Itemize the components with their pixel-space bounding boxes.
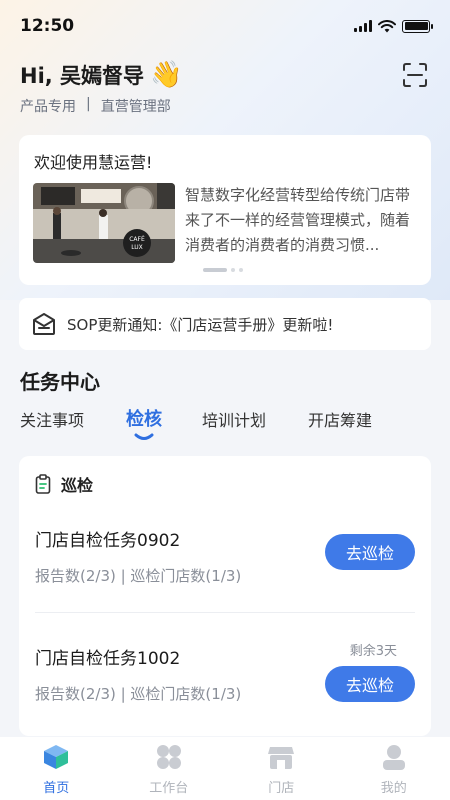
tabbar-profile[interactable]: 我的 <box>338 737 450 800</box>
profile-icon <box>382 745 405 770</box>
user-department: 直营管理部 <box>100 99 171 115</box>
greeting: Hi, 吴嫣督导 👋 <box>20 60 182 90</box>
tab-inspection[interactable]: 检核 <box>126 407 202 443</box>
notice-bar[interactable]: SOP更新通知:《门店运营手册》更新啦! <box>19 298 431 350</box>
task-item[interactable]: 门店自检任务1002 报告数(2/3) | 巡检门店数(1/3) 剩余3天 去巡… <box>35 644 415 704</box>
welcome-banner-card[interactable]: 欢迎使用慧运营! CAFÉ LUX 智慧数字化经营转型给传统门店带来了不一样的经… <box>19 135 431 285</box>
task-center-title: 任务中心 <box>20 370 100 394</box>
go-inspect-button[interactable]: 去巡检 <box>325 666 415 702</box>
info-separator: | <box>86 96 91 112</box>
clipboard-icon <box>35 474 51 494</box>
store-photo: CAFÉ LUX <box>33 183 175 263</box>
carousel-dot-active <box>203 268 227 272</box>
tabbar-label: 门店 <box>268 781 295 796</box>
announcement-icon <box>33 313 55 335</box>
notice-text: SOP更新通知:《门店运营手册》更新啦! <box>67 315 334 334</box>
carousel-indicator <box>203 268 243 272</box>
welcome-title: 欢迎使用慧运营! <box>34 153 153 172</box>
user-sub-info: 产品专用 | 直营管理部 <box>20 96 171 116</box>
status-bar: 12:50 <box>0 0 450 52</box>
tabbar-label: 工作台 <box>149 781 189 796</box>
inspection-header: 巡检 <box>35 472 93 496</box>
task-divider <box>35 612 415 613</box>
tab-focus-items[interactable]: 关注事项 <box>20 407 126 443</box>
waving-hand-icon: 👋 <box>150 60 183 90</box>
tabbar-label: 我的 <box>380 781 407 796</box>
carousel-dot <box>231 268 235 272</box>
status-time: 12:50 <box>20 16 75 36</box>
tabbar-home[interactable]: 首页 <box>0 737 113 800</box>
tab-store-opening[interactable]: 开店筹建 <box>308 407 372 443</box>
tabbar-store[interactable]: 门店 <box>225 737 338 800</box>
store-icon <box>268 747 295 769</box>
workbench-grid-icon <box>156 745 181 769</box>
task-tabs: 关注事项 检核 培训计划 开店筹建 <box>20 407 372 443</box>
inspection-label: 巡检 <box>61 476 94 495</box>
bottom-tab-bar: 首页 工作台 门店 我的 <box>0 737 450 800</box>
remaining-days: 剩余3天 <box>349 644 397 659</box>
greeting-text: Hi, 吴嫣督导 <box>20 64 145 88</box>
battery-icon <box>402 19 433 33</box>
scan-icon[interactable] <box>402 62 428 88</box>
tabbar-workbench[interactable]: 工作台 <box>113 737 226 800</box>
tab-training-plan[interactable]: 培训计划 <box>202 407 308 443</box>
status-icons <box>354 19 433 33</box>
home-cube-icon <box>44 745 69 769</box>
svg-text:CAFÉ: CAFÉ <box>129 235 145 243</box>
go-inspect-button[interactable]: 去巡检 <box>325 534 415 570</box>
svg-text:LUX: LUX <box>131 244 143 251</box>
carousel-dot <box>239 268 243 272</box>
user-role: 产品专用 <box>20 99 76 115</box>
signal-icon <box>354 20 372 32</box>
task-item[interactable]: 门店自检任务0902 报告数(2/3) | 巡检门店数(1/3) 去巡检 <box>35 526 415 586</box>
wifi-icon <box>378 19 396 32</box>
tabbar-label: 首页 <box>43 781 70 796</box>
inspection-card: 巡检 门店自检任务0902 报告数(2/3) | 巡检门店数(1/3) 去巡检 … <box>19 456 431 736</box>
tab-active-indicator <box>134 433 154 440</box>
welcome-description: 智慧数字化经营转型给传统门店带来了不一样的经营管理模式，随着消费者的消费者的消费… <box>185 186 411 254</box>
